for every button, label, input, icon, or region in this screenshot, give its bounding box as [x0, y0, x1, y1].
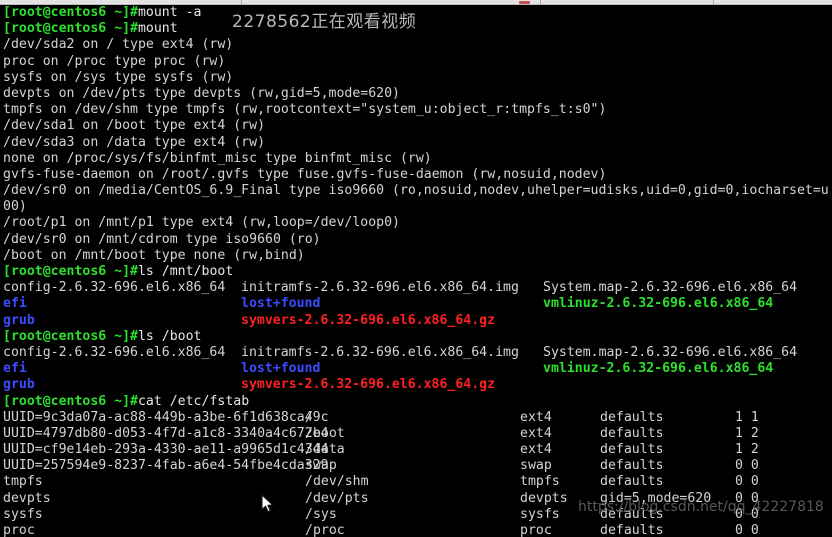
fstab-row: UUID=9c3da07a-ac88-449b-a3be-6f1d638ca49… — [0, 410, 832, 426]
file-name: config-2.6.32-696.el6.x86_64 — [3, 280, 226, 296]
fstab-dump-pass: 0 0 — [735, 458, 759, 474]
command-text: cat /etc/fstab — [137, 393, 250, 409]
archive-name: symvers-2.6.32-696.el6.x86_64.gz — [241, 377, 496, 393]
ls-row: config-2.6.32-696.el6.x86_64 initramfs-2.… — [0, 280, 832, 296]
ls-row: efi lost+found vmlinuz-2.6.32-696.el6.x86_… — [0, 361, 832, 377]
output-line: /dev/sr0 on /mnt/cdrom type iso9660 (ro) — [3, 231, 321, 247]
window-close-button[interactable] — [519, 1, 530, 4]
fstab-options: defaults — [600, 523, 664, 537]
output-line: /dev/sr0 on /media/CentOS_6.9_Final type… — [3, 183, 829, 199]
shell-prompt: [root@centos6 ~]# — [3, 264, 138, 279]
prompt-line: [root@centos6 ~]#cat /etc/fstab — [0, 394, 832, 410]
shell-prompt: [root@centos6 ~]# — [3, 393, 138, 409]
chinese-watermark-overlay: 2278562正在观看视频 — [232, 12, 417, 32]
fstab-row: UUID=4797db80-d053-4f7d-a1c8-3340a4c672e… — [0, 426, 832, 442]
fstab-dump-pass: 1 2 — [735, 425, 759, 441]
ls-row: grub symvers-2.6.32-696.el6.x86_64.gz — [0, 377, 832, 393]
fstab-row: UUID=cf9e14eb-293a-4330-ae11-a9965d1c434… — [0, 442, 832, 458]
prompt-line: [root@centos6 ~]#ls /mnt/boot — [0, 264, 832, 280]
output-line: /dev/sda2 on / type ext4 (rw) — [3, 37, 234, 53]
file-name: initramfs-2.6.32-696.el6.x86_64.img — [241, 344, 519, 360]
prompt-line: [root@centos6 ~]#ls /boot — [0, 329, 832, 345]
terminal-window-screenshot: [root@centos6 ~]#mount -a [root@centos6 … — [0, 0, 832, 537]
output-line: gvfs-fuse-daemon on /root/.gvfs type fus… — [3, 166, 607, 182]
csdn-url-watermark: https://blog.csdn.net/qq_42227818 — [578, 499, 824, 515]
command-text: mount — [137, 21, 178, 37]
fstab-mountpoint: /dev/pts — [305, 490, 369, 506]
fstab-options: defaults — [600, 474, 664, 490]
fstab-type: tmpfs — [520, 474, 560, 490]
executable-name: vmlinuz-2.6.32-696.el6.x86_64 — [543, 296, 774, 312]
fstab-type: swap — [520, 458, 552, 474]
fstab-dump-pass: 1 1 — [735, 409, 759, 425]
ls-row: config-2.6.32-696.el6.x86_64 initramfs-2.… — [0, 345, 832, 361]
directory-name: grub — [3, 377, 35, 393]
fstab-mountpoint: /proc — [305, 523, 345, 537]
shell-prompt: [root@centos6 ~]# — [3, 5, 138, 20]
fstab-device: proc — [3, 523, 35, 537]
file-name: System.map-2.6.32-696.el6.x86_64 — [543, 344, 798, 360]
fstab-device: UUID=9c3da07a-ac88-449b-a3be-6f1d638ca49… — [3, 409, 329, 425]
fstab-mountpoint: / — [305, 409, 313, 425]
archive-name: symvers-2.6.32-696.el6.x86_64.gz — [241, 312, 496, 328]
command-text: ls /mnt/boot — [137, 264, 234, 279]
fstab-options: defaults — [600, 425, 664, 441]
output-line: /root/p1 on /mnt/p1 type ext4 (rw,loop=/… — [3, 215, 400, 231]
output-line: proc on /proc type proc (rw) — [3, 53, 226, 69]
output-line: /boot on /mnt/boot type none (rw,bind) — [3, 247, 305, 263]
fstab-type: ext4 — [520, 425, 552, 441]
fstab-type: ext4 — [520, 442, 552, 458]
output-line: tmpfs on /dev/shm type tmpfs (rw,rootcon… — [3, 102, 607, 118]
file-name: System.map-2.6.32-696.el6.x86_64 — [543, 280, 798, 296]
fstab-options: defaults — [600, 442, 664, 458]
directory-name: efi — [3, 296, 27, 312]
fstab-device: devpts — [3, 490, 51, 506]
fstab-device: UUID=cf9e14eb-293a-4330-ae11-a9965d1c434… — [3, 442, 329, 458]
file-name: config-2.6.32-696.el6.x86_64 — [3, 344, 226, 360]
fstab-mountpoint: /data — [305, 442, 345, 458]
fstab-type: ext4 — [520, 409, 552, 425]
fstab-row: UUID=257594e9-8237-4fab-a6e4-54fbe4cda32… — [0, 458, 832, 474]
command-text: ls /boot — [137, 328, 202, 344]
fstab-device: UUID=257594e9-8237-4fab-a6e4-54fbe4cda32… — [3, 458, 329, 474]
command-text: mount -a — [137, 5, 202, 20]
executable-name: vmlinuz-2.6.32-696.el6.x86_64 — [543, 361, 774, 377]
directory-name: lost+found — [241, 296, 321, 312]
output-line: devpts on /dev/pts type devpts (rw,gid=5… — [3, 85, 400, 101]
fstab-mountpoint: swap — [305, 458, 337, 474]
fstab-device: tmpfs — [3, 474, 43, 490]
fstab-type: proc — [520, 523, 552, 537]
fstab-device: sysfs — [3, 506, 43, 522]
file-name: initramfs-2.6.32-696.el6.x86_64.img — [241, 280, 519, 296]
directory-name: efi — [3, 361, 27, 377]
shell-prompt: [root@centos6 ~]# — [3, 328, 138, 344]
fstab-mountpoint: /sys — [305, 506, 337, 522]
shell-prompt: [root@centos6 ~]# — [3, 21, 138, 37]
fstab-row: proc/proc proc defaults 0 0 — [0, 523, 832, 537]
ls-row: grub symvers-2.6.32-696.el6.x86_64.gz — [0, 313, 832, 329]
fstab-dump-pass: 0 0 — [735, 523, 759, 537]
fstab-row: tmpfs/dev/shm tmpfs defaults 0 0 — [0, 474, 832, 490]
output-line: /dev/sda3 on /data type ext4 (rw) — [3, 134, 266, 150]
fstab-dump-pass: 0 0 — [735, 474, 759, 490]
directory-name: lost+found — [241, 361, 321, 377]
fstab-options: defaults — [600, 409, 664, 425]
fstab-device: UUID=4797db80-d053-4f7d-a1c8-3340a4c672e… — [3, 425, 329, 441]
fstab-options: defaults — [600, 458, 664, 474]
fstab-mountpoint: /boot — [305, 425, 345, 441]
terminal-output-area[interactable]: [root@centos6 ~]#mount -a [root@centos6 … — [0, 5, 832, 537]
ls-row: efi lost+found vmlinuz-2.6.32-696.el6.x86_… — [0, 296, 832, 312]
directory-name: grub — [3, 312, 35, 328]
output-line: 00) — [3, 199, 27, 215]
output-line: /dev/sda1 on /boot type ext4 (rw) — [3, 118, 266, 134]
fstab-dump-pass: 1 2 — [735, 442, 759, 458]
output-line: none on /proc/sys/fs/binfmt_misc type bi… — [3, 150, 432, 166]
fstab-mountpoint: /dev/shm — [305, 474, 369, 490]
output-line: sysfs on /sys type sysfs (rw) — [3, 69, 234, 85]
